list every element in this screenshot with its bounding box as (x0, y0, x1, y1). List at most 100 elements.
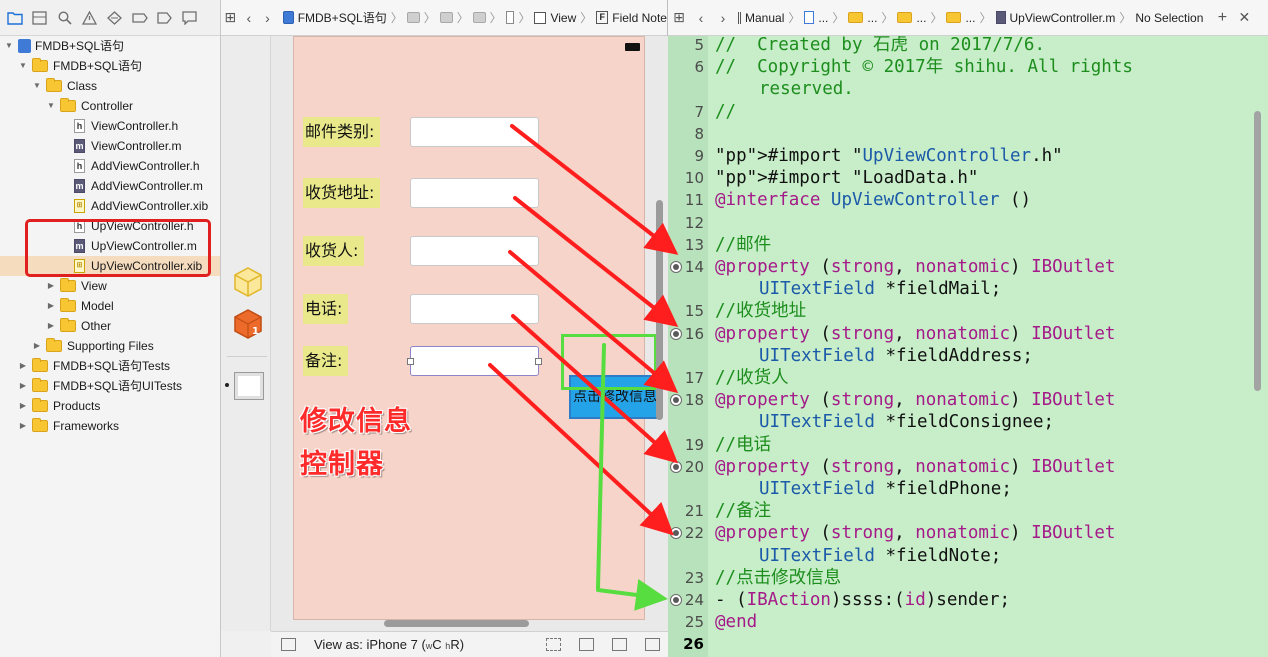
jump-project[interactable]: ... (804, 11, 828, 25)
disclosure-open-icon[interactable]: ▼ (32, 76, 42, 96)
folder-icon (848, 12, 864, 23)
update-info-button[interactable]: 点击修改信息 (569, 375, 659, 419)
text-field-address[interactable] (410, 178, 539, 208)
folder-icon (32, 58, 48, 72)
warning-icon[interactable] (81, 9, 98, 26)
text-field-mail[interactable] (410, 117, 539, 147)
tree-item[interactable]: ▶ Supporting Files (0, 336, 220, 356)
disclosure-open-icon[interactable]: ▼ (4, 36, 14, 56)
ib-jump-bar: ⊞ ‹ › FMDB+SQL语句 〉 〉 〉 〉 〉 View 〉 F Fiel… (221, 0, 667, 36)
jump-view[interactable]: View (534, 11, 576, 25)
tree-item-label: Products (53, 399, 101, 413)
jump-file[interactable]: UpViewController.m (995, 11, 1115, 25)
folder-icon[interactable] (406, 12, 420, 23)
outline-dot (225, 383, 229, 387)
view-as-selector[interactable]: View as: iPhone 7 (wC hR) (314, 637, 464, 652)
tree-item[interactable]: ▶ FMDB+SQL语句Tests (0, 356, 220, 376)
resolve-issues-icon[interactable] (645, 638, 660, 651)
text-field-note[interactable] (407, 346, 542, 376)
disclosure-closed-icon[interactable]: ▶ (46, 296, 56, 316)
folder-icon[interactable] (472, 12, 486, 23)
disclosure-closed-icon[interactable]: ▶ (18, 376, 28, 396)
tree-item[interactable]: h AddViewController.h (0, 156, 220, 176)
disclosure-closed-icon[interactable]: ▶ (46, 316, 56, 336)
tree-item[interactable]: ▶ View (0, 276, 220, 296)
line-number: 11 (684, 191, 704, 210)
back-arrow-icon[interactable]: ‹ (690, 10, 712, 26)
code-text: //收货人 (715, 368, 789, 388)
back-arrow-icon[interactable]: ‹ (240, 10, 259, 26)
controller-view[interactable]: 邮件类别: 收货地址: 收货人: 电话: 备注: 点击修改信息 修改信息 控制器 (293, 36, 659, 620)
related-items-icon[interactable]: ⊞ (221, 9, 240, 26)
related-items-icon[interactable]: ⊞ (668, 9, 690, 26)
embed-stack-icon[interactable] (546, 638, 561, 651)
disclosure-closed-icon[interactable]: ▶ (32, 336, 42, 356)
search-icon[interactable] (56, 9, 73, 26)
jump-project[interactable]: FMDB+SQL语句 (282, 9, 387, 26)
tree-item[interactable]: ▶ FMDB+SQL语句UITests (0, 376, 220, 396)
disclosure-open-icon[interactable]: ▼ (18, 56, 28, 76)
placeholder-cube-icon[interactable] (232, 266, 264, 298)
tree-item[interactable]: ▶ Products (0, 396, 220, 416)
tree-item[interactable]: ▼ FMDB+SQL语句 (0, 56, 220, 76)
jump-manual[interactable]: Manual (738, 11, 784, 25)
ib-horizontal-scrollbar[interactable] (384, 620, 529, 627)
tree-item[interactable]: m UpViewController.m (0, 236, 220, 256)
resize-handle[interactable] (407, 358, 414, 365)
ib-vertical-scrollbar[interactable] (656, 200, 663, 420)
jump-folder[interactable]: ... (897, 11, 926, 25)
tree-item[interactable]: ⊞ AddViewController.xib (0, 196, 220, 216)
tree-item-label: Other (81, 319, 112, 333)
toggle-outline-icon[interactable] (281, 638, 296, 651)
symbol-navigator-icon[interactable] (31, 9, 48, 26)
disclosure-closed-icon[interactable]: ▶ (18, 356, 28, 376)
disclosure-closed-icon[interactable]: ▶ (18, 416, 28, 436)
code-text: UITextField *fieldAddress; (759, 345, 1033, 366)
folder-icon[interactable] (439, 12, 453, 23)
tree-item[interactable]: ▶ Frameworks (0, 416, 220, 436)
resize-handle[interactable] (535, 358, 542, 365)
tree-item[interactable]: ▼ FMDB+SQL语句 (0, 36, 220, 56)
first-responder-cube-icon[interactable]: 1 (232, 308, 264, 340)
forward-arrow-icon[interactable]: › (712, 10, 734, 26)
tree-item[interactable]: ▶ Other (0, 316, 220, 336)
disclosure-open-icon[interactable]: ▼ (46, 96, 56, 116)
tree-item[interactable]: h ViewController.h (0, 116, 220, 136)
tree-item[interactable]: ▼ Class (0, 76, 220, 96)
folder-icon[interactable] (6, 9, 23, 26)
view-object-icon[interactable] (234, 372, 264, 400)
chevron-right-icon: 〉 (788, 11, 801, 25)
tree-item[interactable]: h UpViewController.h (0, 216, 220, 236)
forward-arrow-icon[interactable]: › (258, 10, 277, 26)
tree-item[interactable]: m ViewController.m (0, 136, 220, 156)
debug-icon[interactable] (131, 9, 148, 26)
pin-icon[interactable] (612, 638, 627, 651)
close-icon[interactable]: ✕ (1233, 9, 1255, 26)
tree-item[interactable]: ▶ Model (0, 296, 220, 316)
editor-vertical-scrollbar[interactable] (1254, 111, 1261, 391)
jump-folder[interactable]: ... (946, 11, 975, 25)
jump-selection-label[interactable]: No Selection (1135, 11, 1203, 25)
align-icon[interactable] (579, 638, 594, 651)
folder-icon (897, 12, 913, 23)
code-text: UITextField *fieldNote; (759, 545, 1002, 566)
tree-item[interactable]: ⊞ UpViewController.xib (0, 256, 220, 276)
breakpoint-icon[interactable] (156, 9, 173, 26)
code-text: @property (strong, nonatomic) IBOutlet (715, 323, 1116, 344)
xib-file-icon[interactable] (505, 11, 515, 24)
test-diamond-icon[interactable] (106, 9, 123, 26)
text-field-phone[interactable] (410, 294, 539, 324)
report-icon[interactable] (181, 9, 198, 26)
disclosure-closed-icon[interactable]: ▶ (18, 396, 28, 416)
disclosure-closed-icon[interactable]: ▶ (46, 276, 56, 296)
tree-item[interactable]: m AddViewController.m (0, 176, 220, 196)
code-area[interactable]: 5 // Created by 石虎 on 2017/7/6. 6 // Copyri… (668, 36, 1268, 657)
text-field-consignee[interactable] (410, 236, 539, 266)
tree-item[interactable]: ▼ Controller (0, 96, 220, 116)
add-editor-icon[interactable]: + (1211, 9, 1233, 27)
jump-field-note[interactable]: F Field Note (596, 11, 667, 25)
line-number: 26 (683, 635, 704, 654)
m-file-icon: m (74, 239, 85, 253)
jump-view-label: View (550, 10, 577, 25)
jump-folder[interactable]: ... (848, 11, 877, 25)
